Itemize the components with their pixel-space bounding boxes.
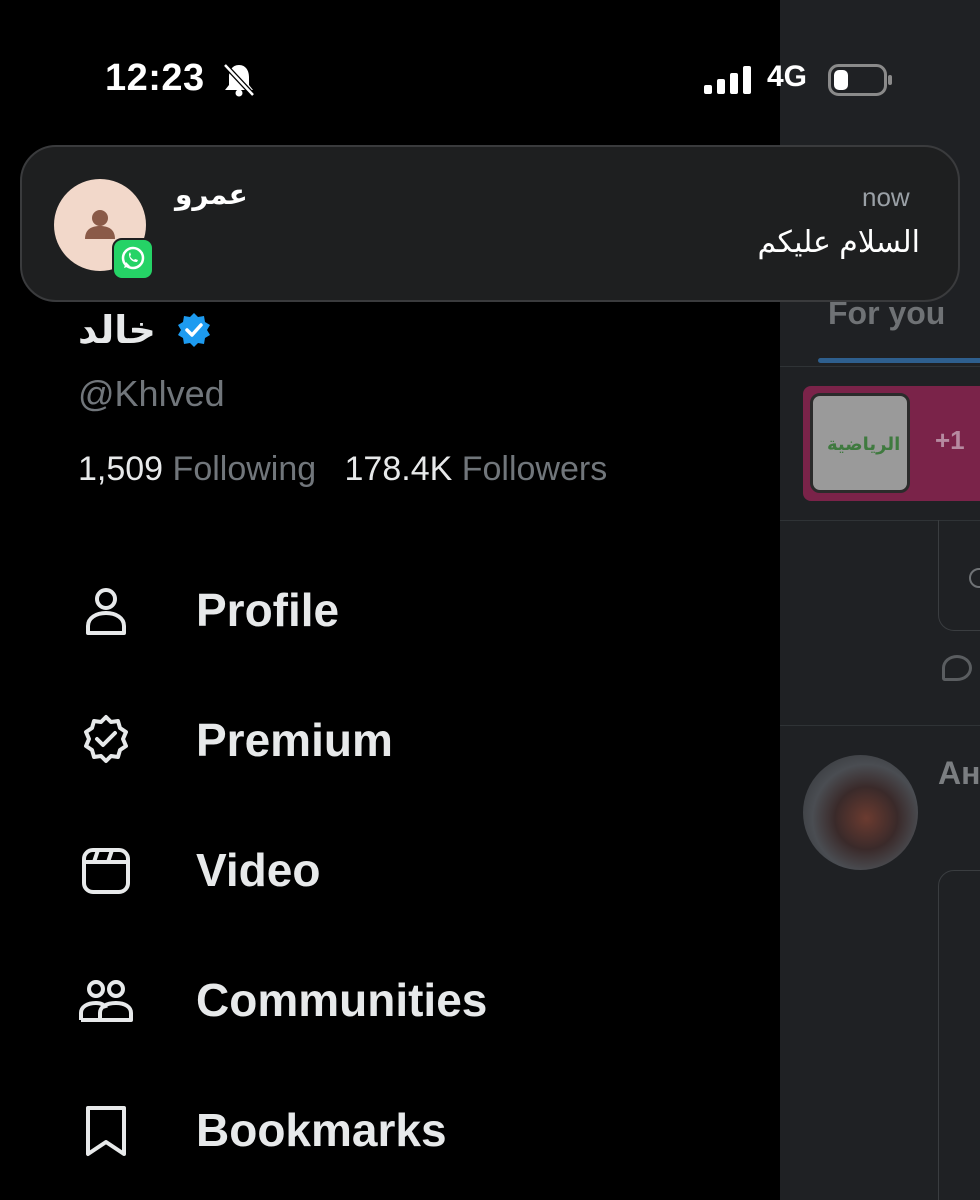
signal-icon	[704, 66, 751, 94]
silent-bell-icon	[223, 63, 255, 97]
menu-label: Premium	[196, 714, 393, 766]
post-card[interactable]	[938, 520, 980, 631]
divider	[780, 725, 980, 726]
menu-item-premium[interactable]: Premium	[78, 703, 718, 773]
followers-label[interactable]: Followers	[462, 450, 607, 488]
user-handle[interactable]: @Khlved	[78, 373, 225, 415]
notification-sender: عمرو	[175, 179, 248, 210]
follow-counts: 1,509 Following 178.4K Followers	[78, 450, 607, 489]
play-icon	[969, 568, 980, 588]
promo-text: +1	[935, 425, 965, 455]
menu-label: Bookmarks	[196, 1104, 447, 1156]
menu-item-video[interactable]: Video	[78, 833, 718, 903]
menu-label: Video	[196, 844, 321, 896]
divider	[780, 366, 980, 367]
verified-badge-icon	[84, 715, 128, 763]
video-icon	[82, 848, 130, 894]
network-type: 4G	[767, 60, 808, 93]
followers-count[interactable]: 178.4K	[345, 450, 453, 488]
notification-time: now	[862, 182, 910, 212]
following-count[interactable]: 1,509	[78, 450, 163, 488]
reply-icon[interactable]	[942, 655, 972, 681]
tab-underline	[818, 358, 980, 363]
display-name[interactable]: خالد	[78, 308, 156, 353]
notification-banner[interactable]	[20, 145, 960, 302]
menu-label: Communities	[196, 974, 488, 1026]
battery-icon	[828, 64, 892, 96]
notification-message: السلام عليكم	[757, 226, 920, 259]
bookmark-icon	[86, 1106, 126, 1156]
verified-badge-icon	[178, 313, 210, 347]
person-icon	[86, 588, 126, 635]
menu-item-bookmarks[interactable]: Bookmarks	[78, 1093, 718, 1163]
post-media-card[interactable]	[938, 870, 980, 1200]
post-author-avatar[interactable]	[803, 755, 918, 870]
promo-logo: الرياضية	[810, 393, 910, 493]
menu-item-communities[interactable]: Communities	[78, 963, 718, 1033]
whatsapp-icon	[112, 238, 154, 280]
communities-icon	[79, 980, 133, 1022]
status-time: 12:23	[105, 57, 205, 99]
menu-item-profile[interactable]: Profile	[78, 573, 718, 643]
following-label[interactable]: Following	[173, 450, 317, 488]
post-author-name[interactable]: Ан	[938, 755, 980, 792]
menu-label: Profile	[196, 584, 340, 636]
